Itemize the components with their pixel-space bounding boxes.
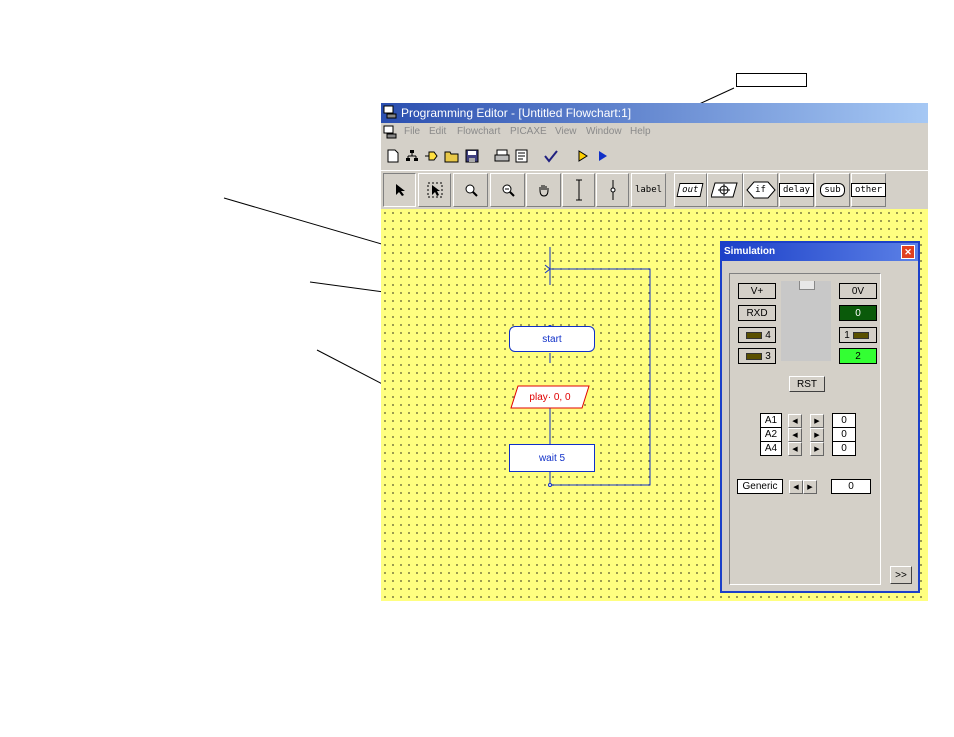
plug-icon[interactable] (422, 146, 442, 166)
if-tool[interactable]: if (743, 173, 778, 207)
new-icon[interactable] (383, 146, 403, 166)
output-pin-0: 0 (839, 305, 877, 321)
a2-decrease-icon[interactable]: ◀ (788, 428, 802, 442)
tree-icon[interactable] (402, 146, 422, 166)
label-tool[interactable]: label (631, 173, 666, 207)
pin-0v: 0V (839, 283, 877, 299)
print-setup-icon[interactable] (512, 146, 532, 166)
zoom-in-icon[interactable] (453, 173, 488, 207)
analog-a4-value[interactable]: 0 (832, 441, 856, 456)
app-icon (383, 105, 397, 119)
menu-file[interactable]: File (404, 126, 420, 137)
menu-picaxe[interactable]: PICAXE (510, 126, 547, 137)
play-block[interactable]: play· 0, 0 (510, 385, 590, 409)
a2-increase-icon[interactable]: ▶ (810, 428, 824, 442)
move-tool[interactable] (707, 173, 743, 207)
connector-icon[interactable] (596, 173, 629, 207)
delay-tool[interactable]: delay (778, 173, 815, 207)
select-area-icon[interactable] (418, 173, 451, 207)
out-tool[interactable]: out (674, 173, 707, 207)
input-pin-4[interactable]: 4 (738, 327, 776, 343)
a1-increase-icon[interactable]: ▶ (810, 414, 824, 428)
save-icon[interactable] (462, 146, 482, 166)
generic-decrease-icon[interactable]: ◀ (789, 480, 803, 494)
callout-box (736, 73, 807, 87)
input-pin-1[interactable]: 1 (839, 327, 877, 343)
open-icon[interactable] (442, 146, 462, 166)
rst-button[interactable]: RST (789, 376, 825, 392)
other-tool[interactable]: other (850, 173, 887, 207)
simulation-window: Simulation ✕ V+ RXD 4 3 0V 0 1 2 RST A1 … (720, 241, 920, 593)
menu-window[interactable]: Window (586, 126, 622, 137)
analog-a2-value[interactable]: 0 (832, 427, 856, 442)
a1-decrease-icon[interactable]: ◀ (788, 414, 802, 428)
flowchart-toolbar: label out if delay sub other (381, 170, 928, 208)
generic-increase-icon[interactable]: ▶ (803, 480, 817, 494)
input-4-led (746, 331, 763, 339)
wait-block[interactable]: wait 5 (509, 444, 595, 472)
simulate-icon[interactable] (573, 146, 593, 166)
input-1-led (852, 331, 869, 339)
expand-button[interactable]: >> (890, 566, 912, 584)
run-icon[interactable] (593, 146, 613, 166)
input-pin-3[interactable]: 3 (738, 348, 776, 364)
input-3-led (746, 352, 763, 360)
menu-flowchart[interactable]: Flowchart (457, 126, 500, 137)
close-icon[interactable]: ✕ (901, 245, 915, 259)
analog-a1-label: A1 (760, 413, 782, 428)
select-icon[interactable] (383, 173, 416, 207)
document-icon[interactable] (383, 125, 397, 139)
check-icon[interactable] (541, 146, 561, 166)
generic-label: Generic (737, 479, 783, 494)
print-icon[interactable] (492, 146, 512, 166)
title-bar: Programming Editor - [Untitled Flowchart… (381, 103, 928, 123)
menu-help[interactable]: Help (630, 126, 651, 137)
zoom-icon[interactable] (490, 173, 525, 207)
menu-bar: File Edit Flowchart PICAXE View Window H… (381, 123, 928, 142)
menu-edit[interactable]: Edit (429, 126, 446, 137)
pin-vplus: V+ (738, 283, 776, 299)
output-pin-2: 2 (839, 348, 877, 364)
window-title: Programming Editor - [Untitled Flowchart… (401, 106, 632, 120)
menu-view[interactable]: View (555, 126, 577, 137)
main-toolbar (381, 145, 928, 167)
line-icon[interactable] (562, 173, 595, 207)
chip-notch (799, 281, 815, 290)
analog-a4-label: A4 (760, 441, 782, 456)
simulation-title-bar: Simulation ✕ (722, 243, 918, 261)
analog-a2-label: A2 (760, 427, 782, 442)
simulation-title: Simulation (724, 246, 776, 257)
a4-increase-icon[interactable]: ▶ (810, 442, 824, 456)
pin-rxd: RXD (738, 305, 776, 321)
pan-icon[interactable] (526, 173, 561, 207)
generic-value[interactable]: 0 (831, 479, 871, 494)
a4-decrease-icon[interactable]: ◀ (788, 442, 802, 456)
start-block[interactable]: start (509, 326, 595, 352)
chip-body (781, 281, 831, 361)
analog-a1-value[interactable]: 0 (832, 413, 856, 428)
sub-tool[interactable]: sub (815, 173, 850, 207)
